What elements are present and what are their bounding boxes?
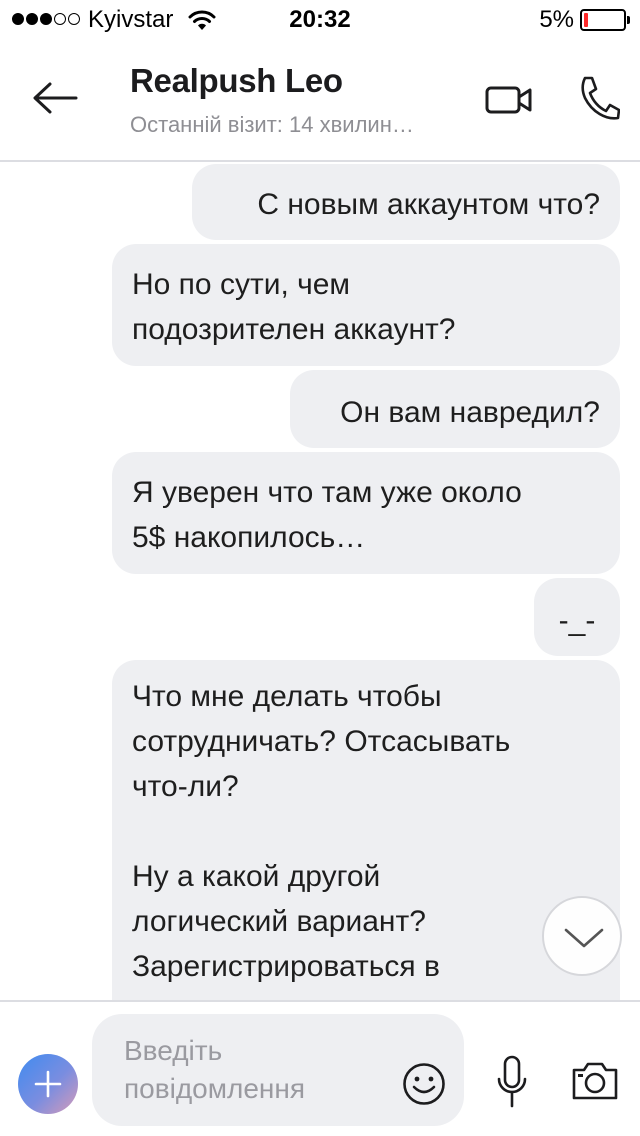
camera-icon[interactable] [570,1060,620,1102]
message-list[interactable]: С новым аккаунтом что? Но по сути, чем п… [0,162,640,1000]
message-bubble[interactable]: -_- [534,578,620,656]
contact-name[interactable]: Realpush Leo [130,62,343,100]
microphone-icon[interactable] [496,1054,528,1110]
plus-icon [34,1070,62,1098]
chat-screen: Kyivstar 20:32 5% Realpush Leo Останній … [0,0,640,1136]
phone-icon[interactable] [576,74,620,124]
emoji-icon[interactable] [402,1062,446,1106]
chevron-down-icon [564,928,604,948]
battery-percent: 5% [539,6,574,33]
back-arrow-icon[interactable] [30,78,80,118]
composer-bar: Введіть повідомлення [0,1000,640,1136]
video-camera-icon[interactable] [484,80,534,120]
battery-nub [627,16,630,24]
last-seen-status: Останній візит: 14 хвилин… [130,112,414,137]
battery-icon [580,9,630,31]
chat-header: Realpush Leo Останній візит: 14 хвилин… [0,40,640,162]
scroll-to-bottom-button[interactable] [542,896,622,976]
add-attachment-button[interactable] [18,1054,78,1114]
message-input-placeholder: Введіть повідомлення [124,1035,305,1104]
message-bubble[interactable]: Я уверен что там уже около 5$ накопилось… [112,452,620,574]
message-bubble[interactable]: Но по сути, чем подозрителен аккаунт? [112,244,620,366]
message-bubble[interactable]: С новым аккаунтом что? [192,164,620,240]
message-bubble[interactable]: Он вам навредил? [290,370,620,448]
battery-level [584,13,588,27]
status-bar: Kyivstar 20:32 5% [0,0,640,40]
